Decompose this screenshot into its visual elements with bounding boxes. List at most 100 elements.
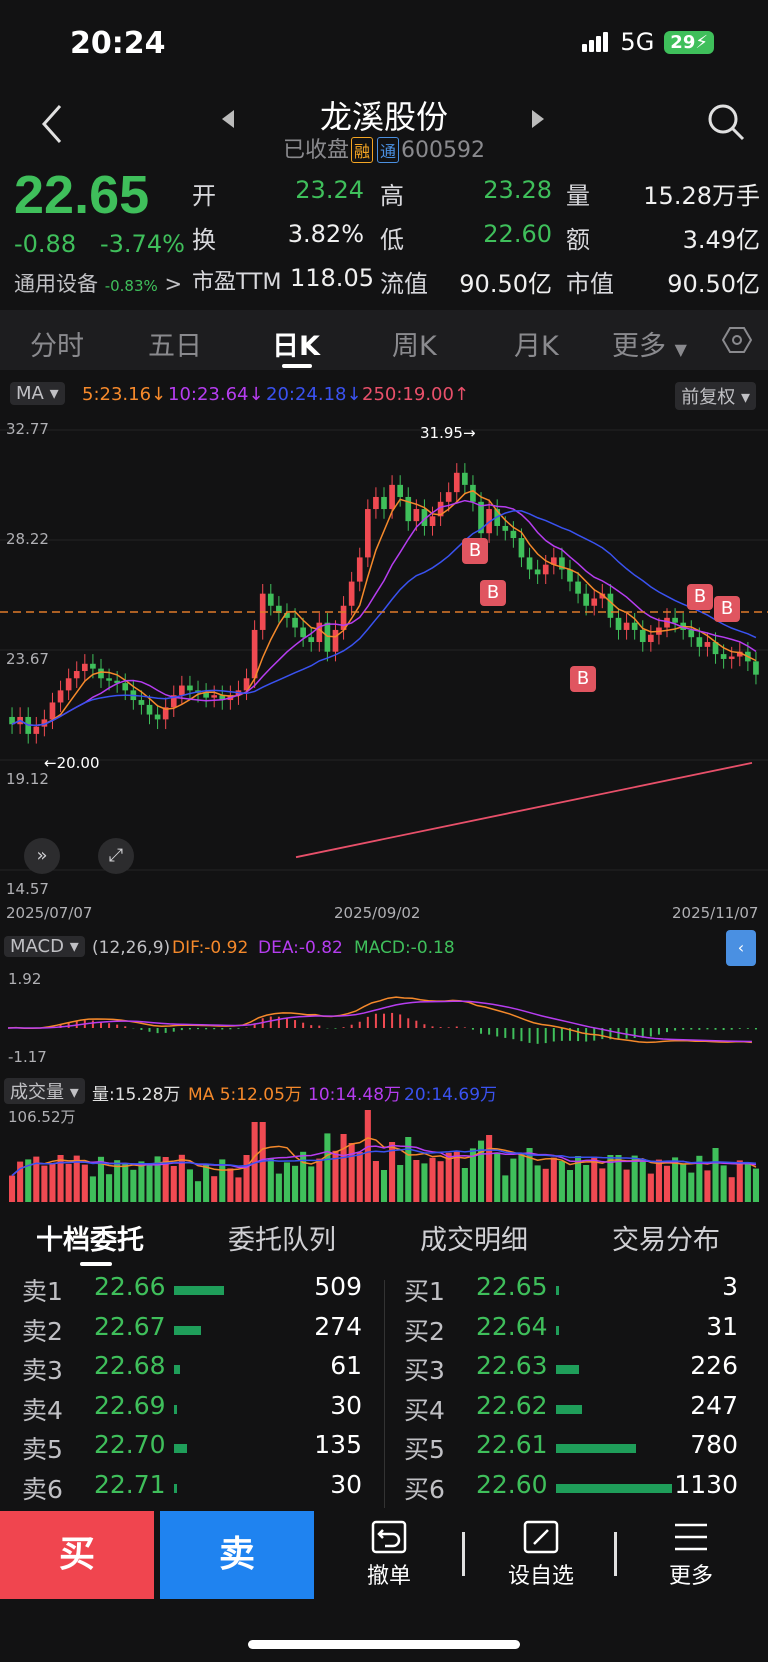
y-tick-2: 23.67 <box>6 650 49 668</box>
signal-icon <box>582 32 610 52</box>
tab-intraday[interactable]: 分时 <box>30 324 84 363</box>
undo-icon <box>371 1520 407 1554</box>
candle <box>462 472 468 485</box>
order-volume-bar <box>174 1444 187 1453</box>
sell-order-row[interactable]: 卖1 22.66 509 <box>22 1272 362 1308</box>
more-button[interactable]: 更多 <box>646 1520 736 1590</box>
volume-bar <box>348 1143 355 1202</box>
volume-bar <box>518 1153 525 1202</box>
volume-bar <box>647 1173 654 1202</box>
buy-order-row[interactable]: 买3 22.63 226 <box>404 1351 738 1387</box>
candle <box>631 622 638 630</box>
volume-bar <box>672 1157 679 1202</box>
buy-order-row[interactable]: 买6 22.60 1130 <box>404 1470 738 1506</box>
volume-ma10: 10:14.48万 <box>308 1085 402 1105</box>
sell-order-row[interactable]: 卖5 22.70 135 <box>22 1430 362 1466</box>
search-icon[interactable] <box>706 102 746 142</box>
volume-bar <box>461 1168 468 1202</box>
candle <box>534 569 541 575</box>
low-annotation: ←20.00 <box>44 754 100 772</box>
quote-value-market-cap: 90.50亿 <box>667 270 760 298</box>
candle <box>397 484 404 497</box>
candle <box>688 629 695 638</box>
volume-bar <box>437 1161 444 1202</box>
b-marker[interactable]: B <box>687 584 713 610</box>
sell-order-row[interactable]: 卖6 22.71 30 <box>22 1470 362 1506</box>
settings-icon[interactable] <box>722 326 752 354</box>
volume-bar <box>65 1164 72 1202</box>
volume-bar <box>130 1169 137 1202</box>
candle <box>607 593 614 618</box>
sell-order-row[interactable]: 卖4 22.69 30 <box>22 1391 362 1427</box>
candle <box>615 617 622 630</box>
volume-bar <box>421 1163 428 1202</box>
macd-dea: DEA:-0.82 <box>258 938 343 958</box>
volume-bar <box>591 1156 598 1202</box>
buy-order-row[interactable]: 买2 22.64 31 <box>404 1312 738 1348</box>
macd-select[interactable]: MACD ▾ <box>4 936 85 957</box>
order-price: 22.70 <box>94 1430 166 1459</box>
tab-order-queue[interactable]: 委托队列 <box>228 1218 336 1257</box>
order-level-label: 卖4 <box>22 1395 63 1425</box>
volume-bar <box>41 1165 48 1202</box>
ma250-line <box>295 762 753 859</box>
indicator-select[interactable]: MA ▾ <box>10 382 65 405</box>
tab-daily-k[interactable]: 日K <box>272 324 320 363</box>
buy-order-row[interactable]: 买5 22.61 780 <box>404 1430 738 1466</box>
buy-order-row[interactable]: 买1 22.65 3 <box>404 1272 738 1308</box>
candle <box>753 661 759 675</box>
sector-link[interactable]: 通用设备 -0.83% > <box>14 268 182 298</box>
x-label-end: 2025/11/07 <box>672 904 759 922</box>
volume-bar <box>227 1168 234 1202</box>
kline-chart[interactable] <box>0 410 768 910</box>
candle <box>413 509 420 522</box>
candle <box>696 637 703 647</box>
volume-bar <box>639 1159 646 1202</box>
tab-ten-level[interactable]: 十档委托 <box>36 1218 144 1257</box>
candle <box>57 690 64 703</box>
volume-bar <box>316 1158 323 1202</box>
sell-order-row[interactable]: 卖3 22.68 61 <box>22 1351 362 1387</box>
candle <box>122 683 129 691</box>
add-watchlist-button[interactable]: 设自选 <box>496 1520 586 1590</box>
candle <box>567 569 573 582</box>
buy-button[interactable]: 买 <box>0 1511 154 1599</box>
b-marker[interactable]: B <box>714 596 740 622</box>
volume-bar <box>243 1155 250 1202</box>
b-marker[interactable]: B <box>480 580 506 606</box>
quote-label-float-cap: 流值 <box>380 270 428 298</box>
b-marker[interactable]: B <box>570 666 596 692</box>
b-marker[interactable]: B <box>462 538 488 564</box>
y-tick-1: 28.22 <box>6 530 49 548</box>
stock-subtitle: 已收盘融通 600592 <box>282 137 486 163</box>
volume-bar <box>494 1152 501 1202</box>
volume-bar <box>550 1157 557 1202</box>
buy-order-row[interactable]: 买4 22.62 247 <box>404 1391 738 1427</box>
tab-trade-distribution[interactable]: 交易分布 <box>612 1218 720 1257</box>
candle <box>154 714 161 720</box>
expand-icon[interactable]: » <box>24 838 60 874</box>
collapse-panel-icon[interactable]: ‹ <box>726 930 756 966</box>
adjust-select[interactable]: 前复权 ▾ <box>675 382 756 410</box>
volume-bar <box>235 1177 242 1202</box>
sell-button[interactable]: 卖 <box>160 1511 314 1599</box>
tab-five-day[interactable]: 五日 <box>148 324 202 363</box>
sell-order-row[interactable]: 卖2 22.67 274 <box>22 1312 362 1348</box>
next-stock-icon[interactable] <box>530 110 544 128</box>
tab-monthly-k[interactable]: 月K <box>514 324 559 363</box>
volume-bar <box>397 1165 404 1202</box>
candle <box>639 629 646 643</box>
volume-bar <box>122 1163 129 1202</box>
candle <box>672 617 678 623</box>
order-level-label: 卖2 <box>22 1316 63 1346</box>
cancel-order-button[interactable]: 撤单 <box>344 1520 434 1590</box>
candle <box>65 678 72 691</box>
tab-trade-detail[interactable]: 成交明细 <box>420 1218 528 1257</box>
candle <box>575 581 581 594</box>
tab-more[interactable]: 更多 ▼ <box>612 324 687 363</box>
volume-select[interactable]: 成交量 ▾ <box>4 1078 85 1104</box>
volume-bar <box>324 1133 331 1202</box>
fullscreen-icon[interactable]: ⤢ <box>98 838 134 874</box>
tab-weekly-k[interactable]: 周K <box>392 324 437 363</box>
volume-bar <box>445 1152 452 1202</box>
